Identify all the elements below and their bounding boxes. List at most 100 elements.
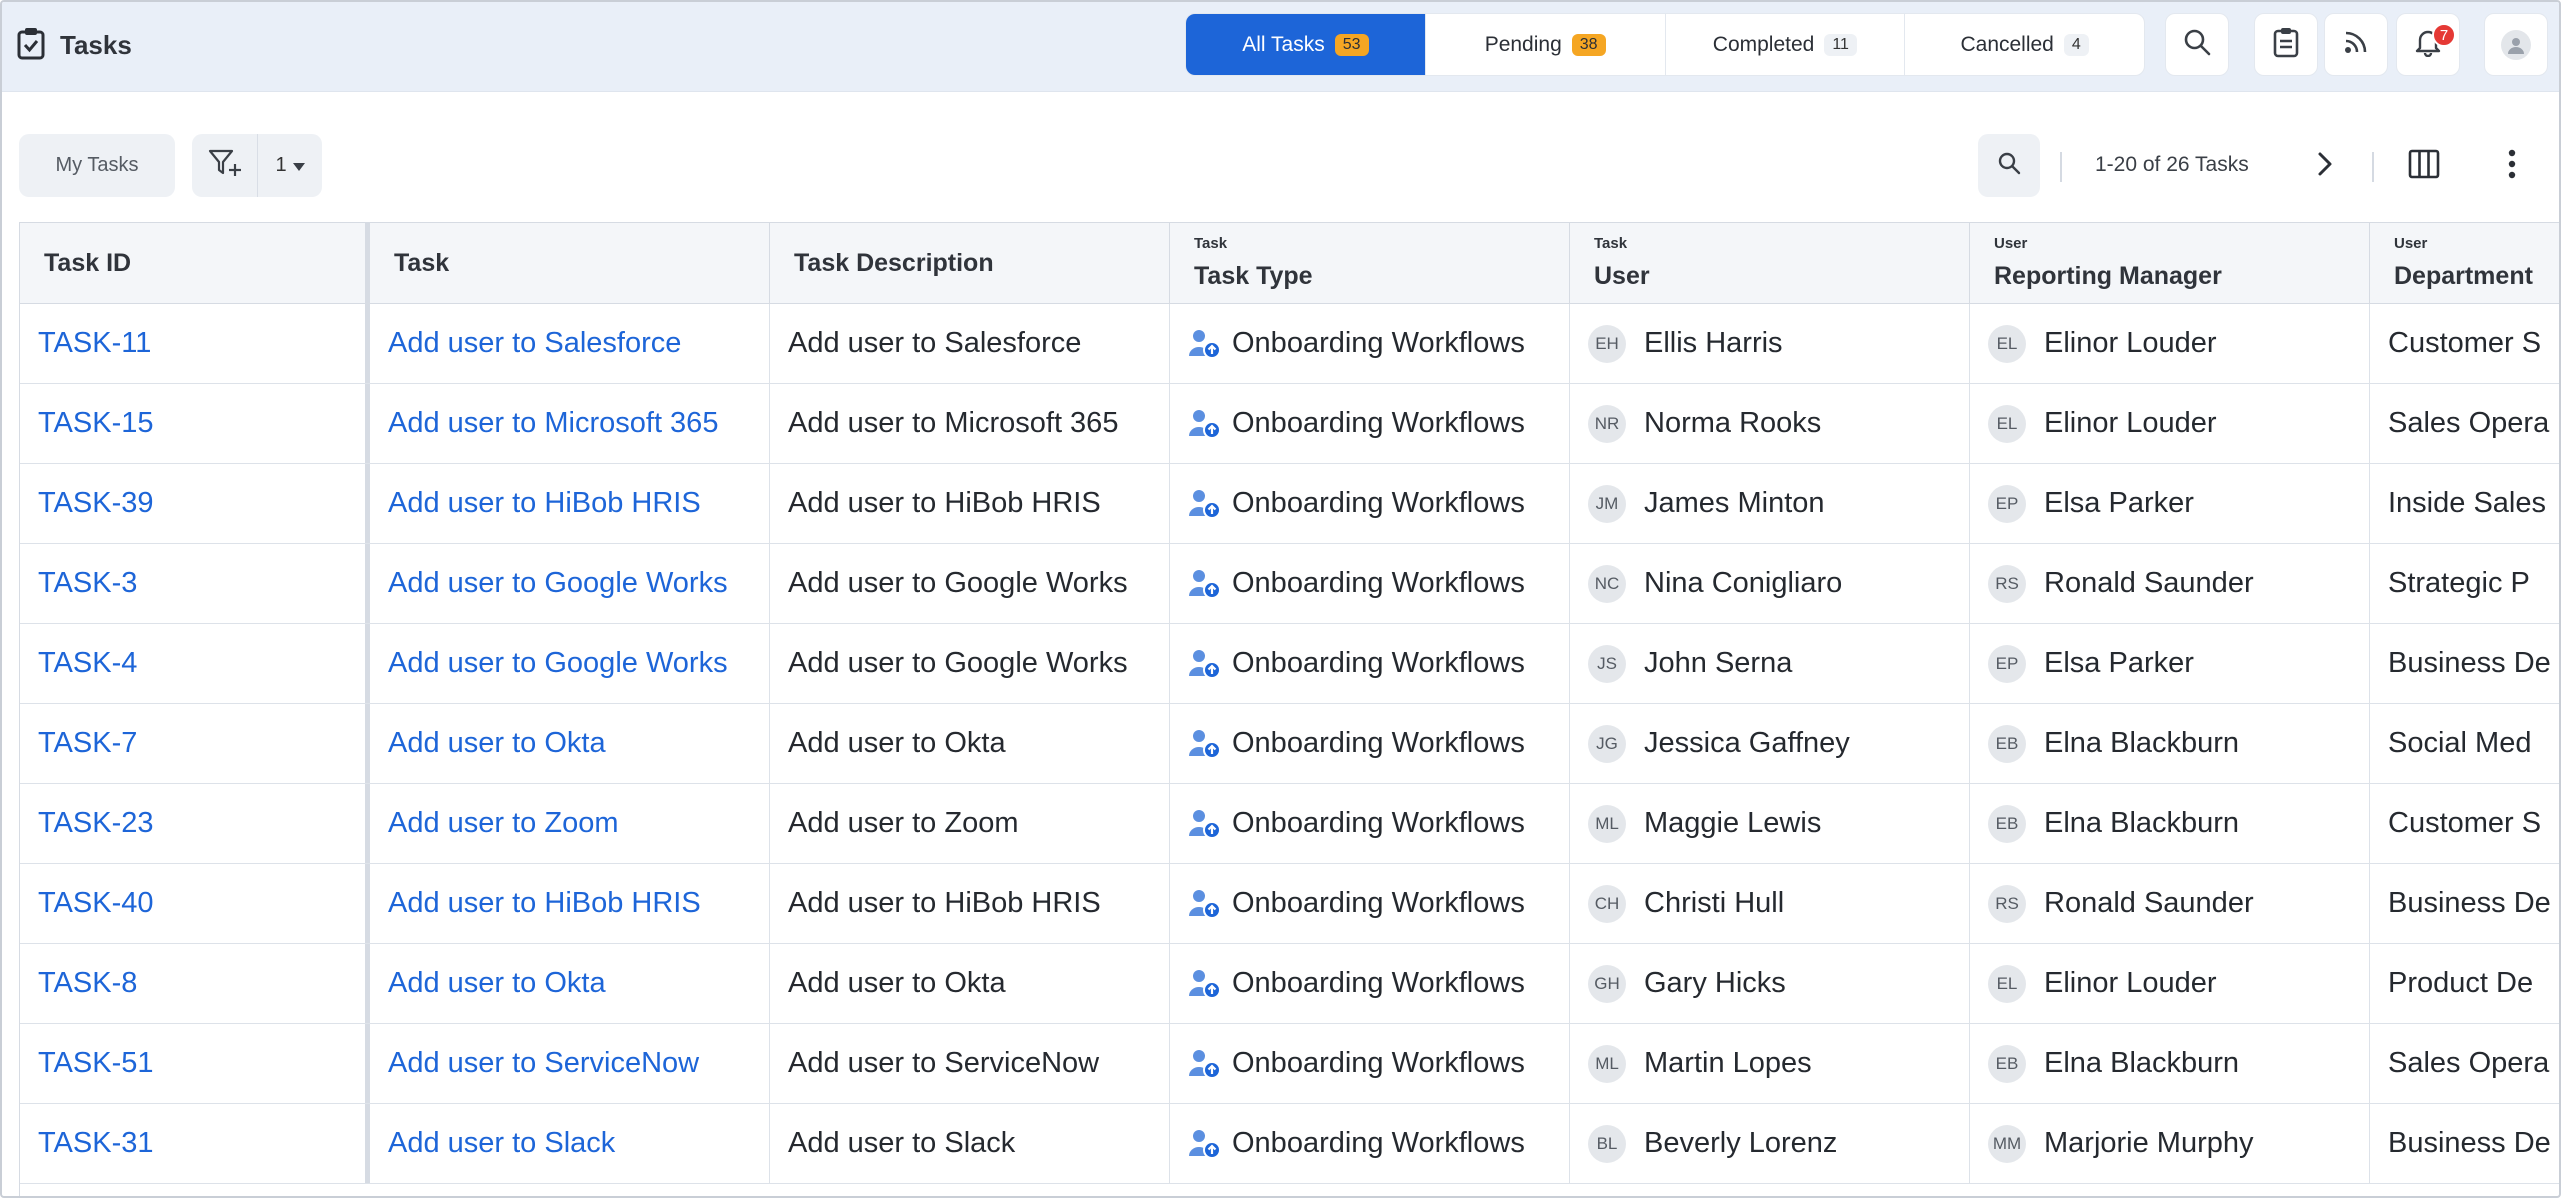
task-id-link[interactable]: TASK-4 (20, 624, 370, 703)
task-link[interactable]: Add user to Okta (370, 704, 770, 783)
reporting-manager-cell[interactable]: EL Elinor Louder (1970, 944, 2370, 1023)
feed-button[interactable] (2324, 13, 2388, 76)
user-cell[interactable]: NR Norma Rooks (1570, 384, 1970, 463)
table-row[interactable]: TASK-15 Add user to Microsoft 365 Add us… (20, 384, 2559, 464)
column-header-user[interactable]: Task User (1570, 223, 1970, 303)
user-cell[interactable]: JS John Serna (1570, 624, 1970, 703)
task-description-text: Add user to ServiceNow (788, 1047, 1100, 1079)
tab-label: Completed (1712, 32, 1815, 56)
task-link[interactable]: Add user to HiBob HRIS (370, 864, 770, 943)
user-cell[interactable]: BL Beverly Lorenz (1570, 1104, 1970, 1183)
user-cell[interactable]: ML Martin Lopes (1570, 1024, 1970, 1103)
column-header-task-type[interactable]: Task Task Type (1170, 223, 1570, 303)
user-cell[interactable]: CH Christi Hull (1570, 864, 1970, 943)
my-tasks-button[interactable]: My Tasks (19, 134, 175, 197)
reporting-manager-cell[interactable]: RS Ronald Saunder (1970, 544, 2370, 623)
table-row[interactable]: TASK-39 Add user to HiBob HRIS Add user … (20, 464, 2559, 544)
reporting-manager-cell[interactable]: EP Elsa Parker (1970, 464, 2370, 543)
department-cell: Sales Opera (2370, 384, 2559, 463)
task-description-cell: Add user to Okta (770, 704, 1170, 783)
reporting-manager-cell[interactable]: RS Ronald Saunder (1970, 864, 2370, 943)
task-link[interactable]: Add user to ServiceNow (370, 1024, 770, 1103)
column-header-task-description[interactable]: Task Description (770, 223, 1170, 303)
task-link[interactable]: Add user to Zoom (370, 784, 770, 863)
task-link[interactable]: Add user to Okta (370, 944, 770, 1023)
table-row[interactable]: TASK-11 Add user to Salesforce Add user … (20, 304, 2559, 384)
column-settings-button[interactable] (2404, 146, 2444, 186)
manager-name-text: Ronald Saunder (2044, 567, 2254, 599)
task-type-text: Onboarding Workflows (1232, 407, 1525, 439)
table-row[interactable]: TASK-23 Add user to Zoom Add user to Zoo… (20, 784, 2559, 864)
reporting-manager-cell[interactable]: EB Elna Blackburn (1970, 1024, 2370, 1103)
reporting-manager-cell[interactable]: EB Elna Blackburn (1970, 784, 2370, 863)
tab-label: Pending (1484, 32, 1562, 56)
table-row[interactable]: TASK-3 Add user to Google Works Add user… (20, 544, 2559, 624)
reporting-manager-cell[interactable]: EL Elinor Louder (1970, 304, 2370, 383)
manager-name-text: Elsa Parker (2044, 487, 2194, 519)
task-id-link[interactable]: TASK-7 (20, 704, 370, 783)
column-header-task[interactable]: Task (370, 223, 770, 303)
task-id-link[interactable]: TASK-15 (20, 384, 370, 463)
task-id-link[interactable]: TASK-23 (20, 784, 370, 863)
task-id-link[interactable]: TASK-8 (20, 944, 370, 1023)
task-link[interactable]: Add user to Salesforce (370, 304, 770, 383)
reporting-manager-cell[interactable]: EB Elna Blackburn (1970, 704, 2370, 783)
user-cell[interactable]: EH Ellis Harris (1570, 304, 1970, 383)
table-header-row: Task ID Task Task Description Task Task T… (20, 223, 2559, 304)
table-row[interactable]: TASK-40 Add user to HiBob HRIS Add user … (20, 864, 2559, 944)
next-page-button[interactable] (2307, 148, 2343, 184)
table-row[interactable]: TASK-4 Add user to Google Works Add user… (20, 624, 2559, 704)
table-row[interactable]: TASK-7 Add user to Okta Add user to Okta… (20, 704, 2559, 784)
avatar: EB (1988, 724, 2026, 763)
task-link[interactable]: Add user to Microsoft 365 (370, 384, 770, 463)
task-name-text: Add user to Microsoft 365 (388, 407, 719, 439)
column-header-task-id[interactable]: Task ID (20, 223, 370, 303)
task-name-text: Add user to Google Works (388, 647, 728, 679)
user-add-icon (1188, 648, 1222, 680)
task-id-link[interactable]: TASK-31 (20, 1104, 370, 1183)
column-header-reporting-manager[interactable]: User Reporting Manager (1970, 223, 2370, 303)
task-id-link[interactable]: TASK-3 (20, 544, 370, 623)
search-icon (2182, 27, 2212, 62)
task-description-cell: Add user to Zoom (770, 784, 1170, 863)
task-id-link[interactable]: TASK-40 (20, 864, 370, 943)
header-search-button[interactable] (2165, 13, 2229, 76)
table-row[interactable]: TASK-8 Add user to Okta Add user to Okta… (20, 944, 2559, 1024)
avatar: JM (1588, 484, 1626, 523)
tab-cancelled[interactable]: Cancelled 4 (1905, 14, 2144, 75)
user-cell[interactable]: JG Jessica Gaffney (1570, 704, 1970, 783)
table-row[interactable]: TASK-51 Add user to ServiceNow Add user … (20, 1024, 2559, 1104)
task-link[interactable]: Add user to Google Works (370, 624, 770, 703)
task-link[interactable]: Add user to Slack (370, 1104, 770, 1183)
task-id-link[interactable]: TASK-11 (20, 304, 370, 383)
add-filter-button[interactable] (192, 134, 258, 197)
task-link[interactable]: Add user to HiBob HRIS (370, 464, 770, 543)
task-link[interactable]: Add user to Google Works (370, 544, 770, 623)
more-options-button[interactable] (2492, 146, 2532, 186)
task-id-link[interactable]: TASK-51 (20, 1024, 370, 1103)
task-id-link[interactable]: TASK-39 (20, 464, 370, 543)
reporting-manager-cell[interactable]: EP Elsa Parker (1970, 624, 2370, 703)
table-search-button[interactable] (1978, 134, 2040, 197)
tab-all-tasks[interactable]: All Tasks 53 (1186, 14, 1426, 75)
table-row[interactable]: TASK-31 Add user to Slack Add user to Sl… (20, 1104, 2559, 1184)
task-type-cell: Onboarding Workflows (1170, 304, 1570, 383)
clipboard-button[interactable] (2254, 13, 2318, 76)
task-description-cell: Add user to Microsoft 365 (770, 384, 1170, 463)
notifications-button[interactable]: 7 (2396, 13, 2460, 76)
table-toolbar: My Tasks 1 1-20 of 26 Tasks (2, 92, 2559, 222)
avatar: EH (1588, 324, 1626, 363)
filter-count-dropdown[interactable]: 1 (258, 154, 322, 177)
department-cell: Business De (2370, 624, 2559, 703)
column-header-department[interactable]: User Department (2370, 223, 2559, 303)
user-cell[interactable]: JM James Minton (1570, 464, 1970, 543)
reporting-manager-cell[interactable]: MM Marjorie Murphy (1970, 1104, 2370, 1183)
tab-pending[interactable]: Pending 38 (1426, 14, 1666, 75)
tab-completed[interactable]: Completed 11 (1666, 14, 1906, 75)
user-menu-button[interactable] (2484, 13, 2548, 76)
user-cell[interactable]: GH Gary Hicks (1570, 944, 1970, 1023)
user-name-text: Ellis Harris (1644, 327, 1783, 359)
user-cell[interactable]: NC Nina Conigliaro (1570, 544, 1970, 623)
user-cell[interactable]: ML Maggie Lewis (1570, 784, 1970, 863)
reporting-manager-cell[interactable]: EL Elinor Louder (1970, 384, 2370, 463)
